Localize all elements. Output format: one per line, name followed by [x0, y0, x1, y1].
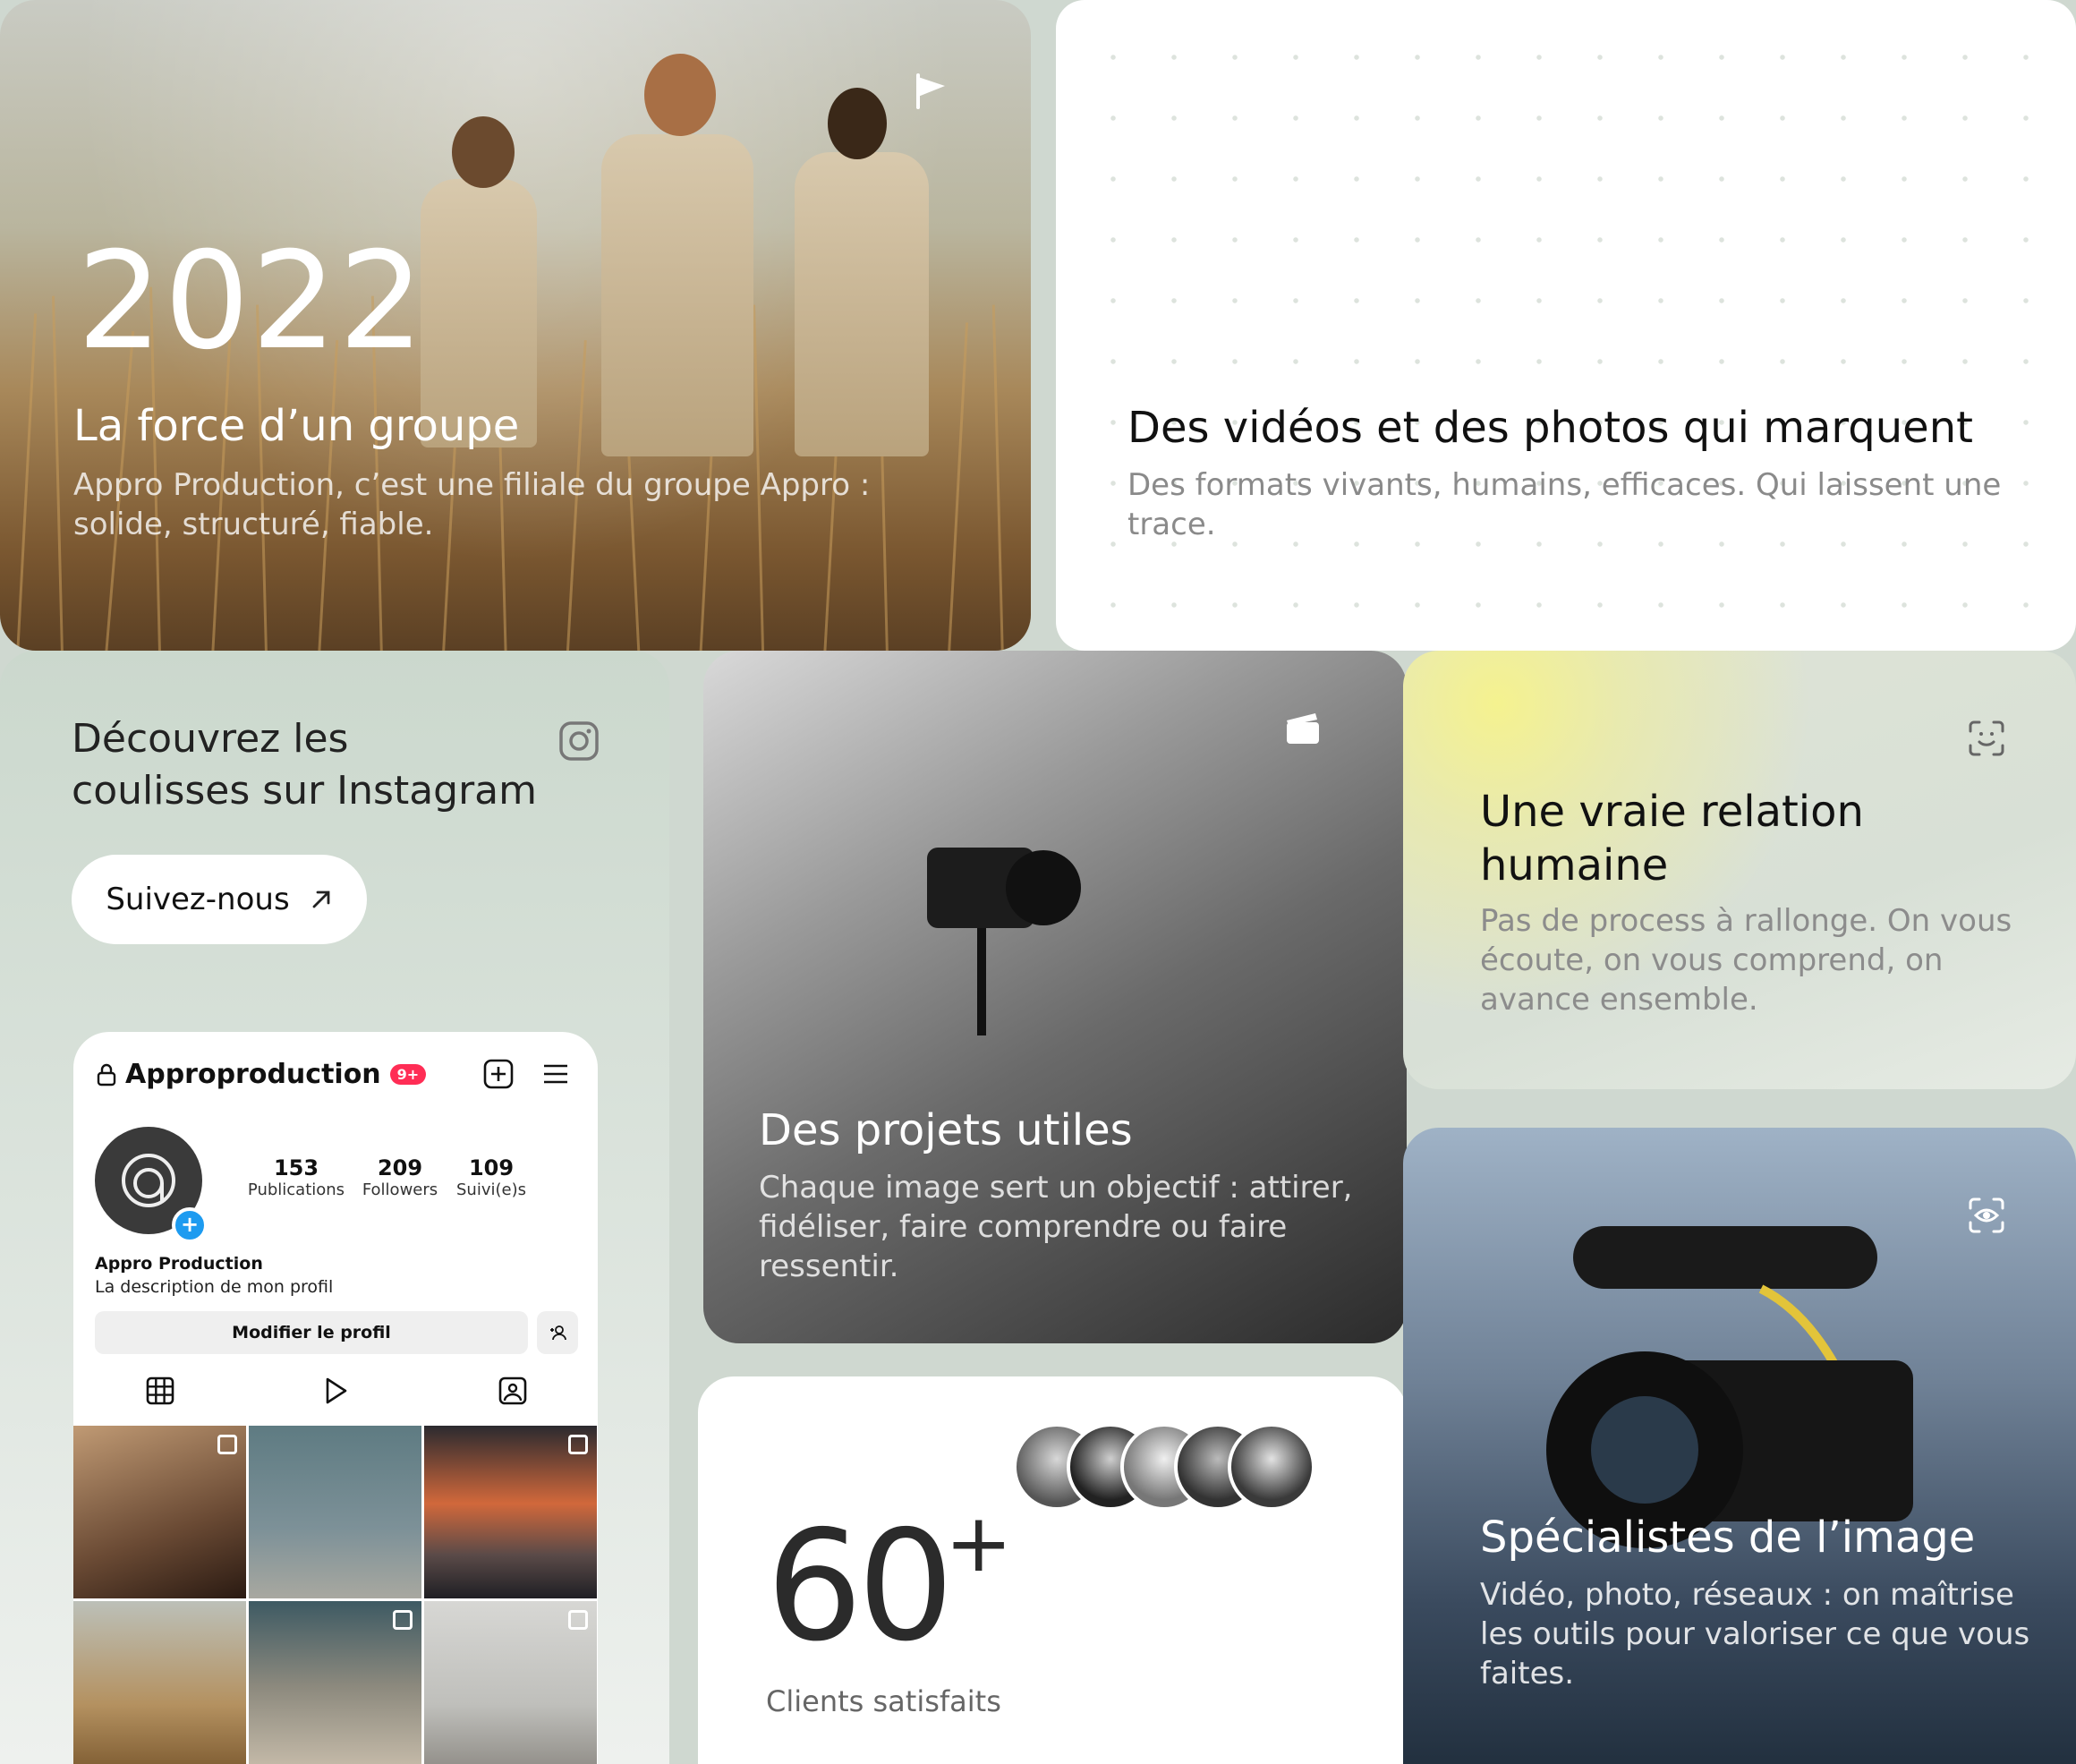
projects-card-title: Des projets utiles [759, 1105, 1133, 1155]
post-thumbnail[interactable] [424, 1601, 597, 1764]
profile-header: Approproduction 9+ [97, 1059, 427, 1090]
clients-count: 60 [766, 1498, 954, 1675]
relation-card-title: Une vraie relation humaine [1480, 787, 1864, 891]
instagram-card: Découvrez les coulisses sur Instagram Su… [0, 651, 669, 1764]
carousel-icon [217, 1435, 237, 1454]
profile-username: Approproduction [125, 1059, 381, 1090]
person-figure [601, 134, 753, 456]
discover-people-button[interactable] [537, 1311, 578, 1354]
carousel-icon [568, 1610, 588, 1630]
post-thumbnail[interactable] [73, 1426, 246, 1598]
clients-plus-sign: + [945, 1496, 1013, 1590]
stat-following[interactable]: 109 Suivi(e)s [433, 1155, 549, 1199]
camera-microphone-image [1546, 1226, 1913, 1548]
group-card-title: La force d’un groupe [73, 401, 520, 451]
year-label: 2022 [77, 224, 426, 379]
eye-scan-icon [1969, 1197, 2004, 1233]
videos-card-title: Des vidéos et des photos qui marquent [1127, 403, 1973, 453]
group-card-text: Appro Production, c’est une filiale du g… [73, 467, 871, 542]
person-head [452, 116, 515, 188]
tagged-tab-icon[interactable] [498, 1376, 528, 1406]
instagram-card-title: Découvrez les coulisses sur Instagram [72, 716, 538, 814]
reels-tab-icon[interactable] [320, 1376, 351, 1406]
clients-card: 60 + Clients satisfaits [698, 1376, 1407, 1764]
videos-card-text: Des formats vivants, humains, efficaces.… [1127, 467, 2002, 542]
person-figure [795, 152, 929, 456]
post-thumbnail[interactable] [73, 1601, 246, 1764]
instagram-icon[interactable] [558, 720, 600, 762]
add-user-icon [550, 1325, 566, 1341]
post-thumbnail[interactable] [249, 1601, 421, 1764]
clients-label: Clients satisfaits [766, 1684, 1001, 1718]
notification-badge: 9+ [389, 1064, 427, 1085]
profile-description: La description de mon profil [95, 1277, 334, 1297]
videos-card: Des vidéos et des photos qui marquent De… [1056, 0, 2076, 651]
follow-button-label: Suivez-nous [106, 882, 290, 917]
flag-icon [916, 73, 945, 109]
lock-icon [97, 1063, 116, 1086]
relation-card-text: Pas de process à rallonge. On vous écout… [1480, 903, 2012, 1018]
post-thumbnail[interactable] [249, 1426, 421, 1598]
edit-profile-button[interactable]: Modifier le profil [95, 1311, 528, 1354]
specialists-card-title: Spécialistes de l’image [1480, 1513, 1976, 1563]
grid-tab-icon[interactable] [145, 1376, 175, 1406]
follow-button[interactable]: Suivez-nous [72, 855, 367, 944]
client-avatar [1228, 1423, 1315, 1511]
arrow-up-right-icon [312, 891, 330, 908]
specialists-card-text: Vidéo, photo, réseaux : on maîtrise les … [1480, 1577, 2030, 1692]
carousel-icon [393, 1610, 413, 1630]
specialists-card: Spécialistes de l’image Vidéo, photo, ré… [1403, 1128, 2076, 1764]
projects-card-text: Chaque image sert un objectif : attirer,… [759, 1170, 1353, 1284]
face-scan-icon [1969, 720, 2004, 756]
profile-display-name: Appro Production [95, 1254, 263, 1274]
person-head [828, 88, 887, 159]
post-thumbnail[interactable] [424, 1426, 597, 1598]
appro-logo-icon [122, 1154, 175, 1207]
add-story-icon[interactable]: + [172, 1207, 208, 1243]
instagram-profile-mockup: Approproduction 9+ + 153 Publications 20… [73, 1032, 598, 1764]
menu-icon[interactable] [540, 1059, 571, 1089]
stat-publications: 153 Publications [247, 1155, 345, 1199]
add-post-icon[interactable] [483, 1059, 514, 1089]
clapperboard-icon [1287, 713, 1319, 744]
relation-card: Une vraie relation humaine Pas de proces… [1403, 651, 2076, 1089]
person-head [644, 54, 716, 136]
camera-silhouette [927, 848, 1081, 1035]
group-card: 2022 La force d’un groupe Appro Producti… [0, 0, 1031, 651]
carousel-icon [568, 1435, 588, 1454]
projects-card: Des projets utiles Chaque image sert un … [703, 651, 1407, 1343]
